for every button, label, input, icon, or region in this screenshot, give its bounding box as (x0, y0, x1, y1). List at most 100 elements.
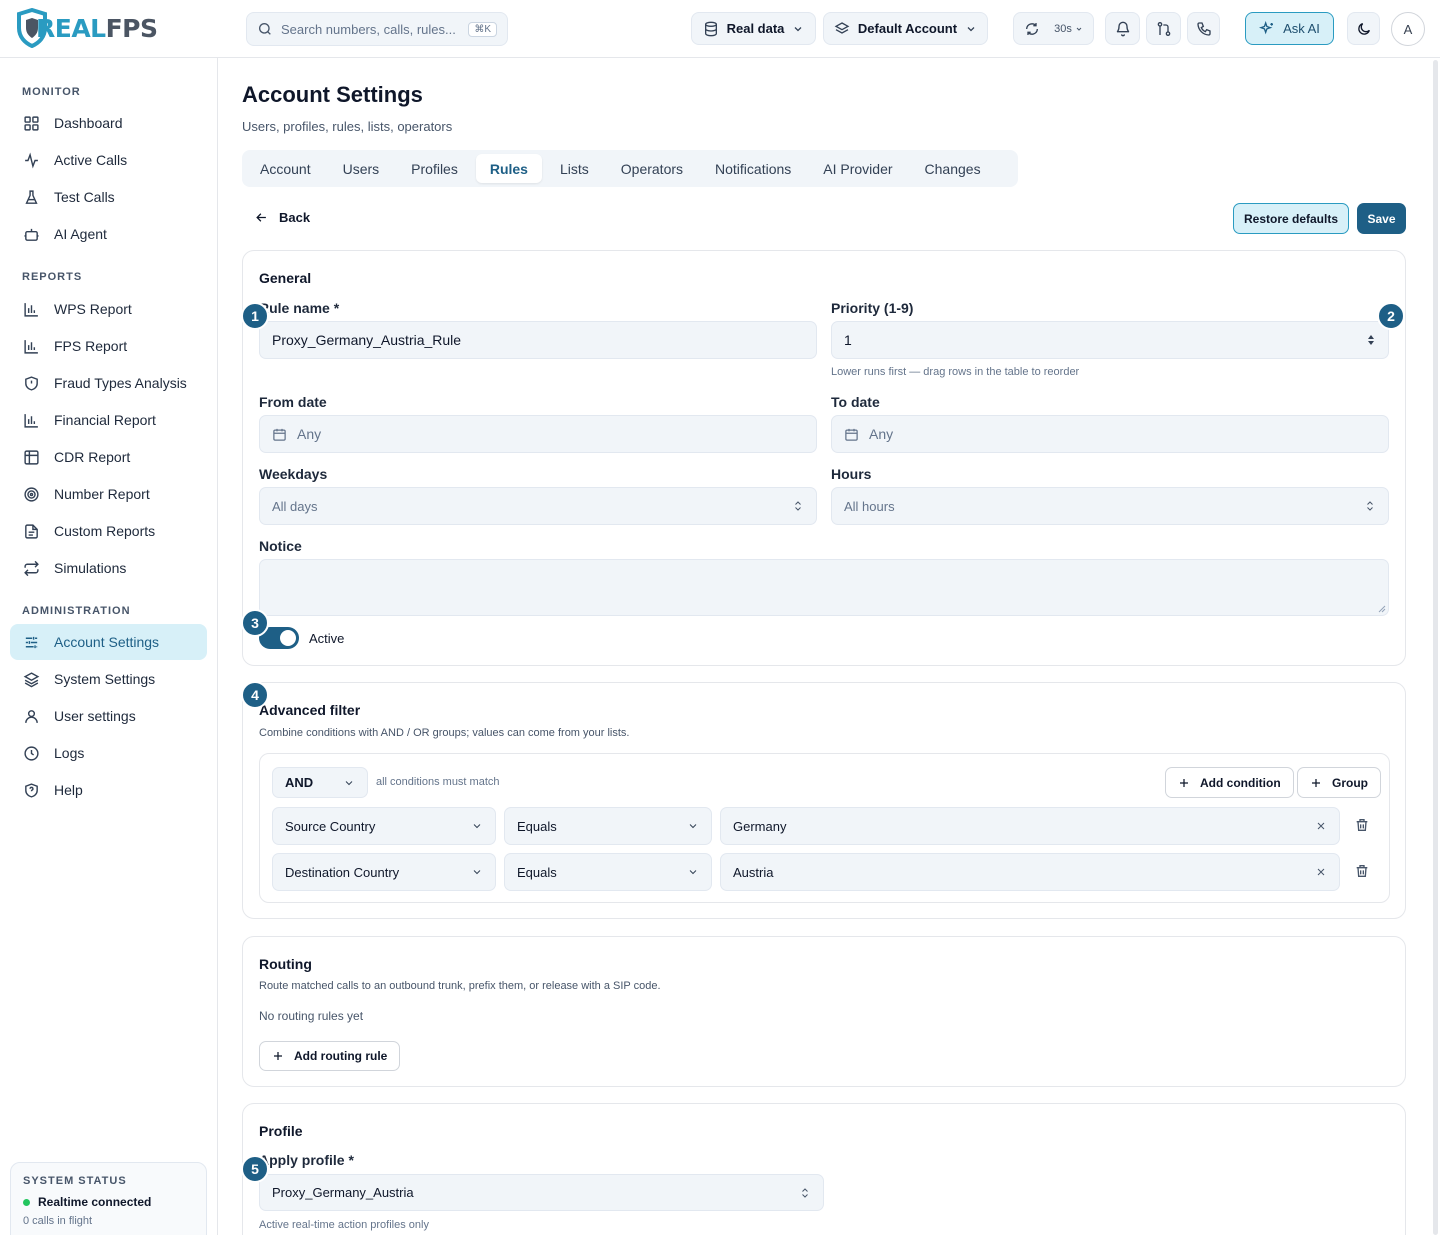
connection-status: Realtime connected (23, 1195, 194, 1209)
condition-value-input[interactable]: Germany (720, 807, 1340, 845)
resize-handle-icon[interactable] (1378, 605, 1386, 613)
ask-ai-button[interactable]: Ask AI (1245, 12, 1334, 45)
trash-icon[interactable] (1354, 863, 1370, 879)
sidebar-item-label: User settings (54, 708, 136, 724)
tab-account[interactable]: Account (246, 154, 325, 183)
phone-button[interactable] (1187, 12, 1220, 45)
tab-notifications[interactable]: Notifications (701, 154, 805, 183)
back-button[interactable]: Back (254, 210, 310, 225)
tab-profiles[interactable]: Profiles (397, 154, 472, 183)
sidebar-item-help[interactable]: Help (10, 772, 207, 808)
user-avatar[interactable]: A (1391, 12, 1425, 46)
notice-textarea[interactable] (259, 559, 1389, 616)
notice-label: Notice (259, 538, 302, 554)
rule-name-input[interactable]: Proxy_Germany_Austria_Rule (259, 321, 817, 359)
sidebar-item-active-calls[interactable]: Active Calls (10, 142, 207, 178)
sliders-icon (23, 634, 40, 651)
account-select[interactable]: Default Account (823, 12, 988, 45)
to-date-input[interactable]: Any (831, 415, 1389, 453)
sidebar-item-logs[interactable]: Logs (10, 735, 207, 771)
add-group-button[interactable]: Group (1297, 767, 1381, 798)
tab-ai-provider[interactable]: AI Provider (809, 154, 906, 183)
plus-icon (1178, 777, 1190, 789)
sidebar-item-system-settings[interactable]: System Settings (10, 661, 207, 697)
page-scrollbar[interactable] (1433, 60, 1438, 1235)
apply-profile-value: Proxy_Germany_Austria (272, 1185, 414, 1200)
condition-operator-value: Equals (517, 818, 557, 834)
clear-icon[interactable] (1315, 820, 1327, 832)
routing-card: Routing Route matched calls to an outbou… (242, 936, 1406, 1087)
sidebar-item-fps-report[interactable]: FPS Report (10, 328, 207, 364)
logo[interactable]: REALFPS (16, 8, 158, 48)
sparkles-icon (1259, 20, 1275, 37)
chevron-down-icon (687, 820, 699, 832)
tab-users[interactable]: Users (329, 154, 394, 183)
sidebar-item-financial-report[interactable]: Financial Report (10, 402, 207, 438)
sidebar-item-dashboard[interactable]: Dashboard (10, 105, 207, 141)
trash-icon[interactable] (1354, 817, 1370, 833)
database-icon (703, 21, 719, 37)
chevrons-up-down-icon (1364, 500, 1376, 512)
clear-icon[interactable] (1315, 866, 1327, 878)
restore-defaults-button[interactable]: Restore defaults (1233, 203, 1349, 234)
hours-select[interactable]: All hours (831, 487, 1389, 525)
user-icon (23, 708, 40, 725)
save-button[interactable]: Save (1357, 203, 1406, 234)
weekdays-value: All days (272, 498, 318, 514)
step-badge: 4 (241, 681, 269, 709)
refresh-control[interactable]: 30s (1013, 12, 1094, 45)
sidebar-item-test-calls[interactable]: Test Calls (10, 179, 207, 215)
sidebar-item-fraud-types-analysis[interactable]: Fraud Types Analysis (10, 365, 207, 401)
add-routing-rule-button[interactable]: Add routing rule (259, 1041, 401, 1071)
compare-button[interactable] (1146, 12, 1181, 45)
condition-field-select[interactable]: Source Country (272, 807, 496, 845)
add-routing-rule-label: Add routing rule (294, 1049, 388, 1063)
weekdays-select[interactable]: All days (259, 487, 817, 525)
tab-rules[interactable]: Rules (475, 154, 542, 183)
chevron-down-icon (792, 23, 804, 35)
sidebar-item-custom-reports[interactable]: Custom Reports (10, 513, 207, 549)
routing-title: Routing (259, 956, 312, 972)
sidebar-item-user-settings[interactable]: User settings (10, 698, 207, 734)
sidebar-item-label: WPS Report (54, 301, 132, 317)
to-date-value: Any (869, 426, 894, 442)
priority-input[interactable]: 1 (831, 321, 1389, 359)
sidebar-item-account-settings[interactable]: Account Settings (10, 624, 207, 660)
condition-value-input[interactable]: Austria (720, 853, 1340, 891)
group-operator-select[interactable]: AND (272, 767, 368, 798)
theme-toggle[interactable] (1347, 12, 1380, 45)
status-dot-icon (23, 1198, 30, 1206)
tab-changes[interactable]: Changes (911, 154, 995, 183)
apply-profile-select[interactable]: Proxy_Germany_Austria (259, 1174, 824, 1211)
tab-lists[interactable]: Lists (546, 154, 603, 183)
system-status-panel: SYSTEM STATUS Realtime connected 0 calls… (10, 1162, 207, 1235)
condition-field-select[interactable]: Destination Country (272, 853, 496, 891)
sidebar-item-label: Account Settings (54, 634, 160, 650)
refresh-icon[interactable] (1024, 21, 1040, 37)
sidebar-item-simulations[interactable]: Simulations (10, 550, 207, 586)
sidebar-item-label: Custom Reports (54, 523, 156, 539)
data-source-select[interactable]: Real data (691, 12, 816, 45)
sidebar-item-wps-report[interactable]: WPS Report (10, 291, 207, 327)
condition-field-value: Destination Country (285, 864, 400, 880)
global-search[interactable]: Search numbers, calls, rules... ⌘K (246, 12, 508, 46)
general-card: General Rule name * Proxy_Germany_Austri… (242, 250, 1406, 666)
condition-operator-value: Equals (517, 864, 557, 880)
sidebar-item-label: Test Calls (54, 189, 115, 205)
condition-operator-select[interactable]: Equals (504, 807, 712, 845)
phone-icon (1196, 21, 1212, 37)
sidebar-item-ai-agent[interactable]: AI Agent (10, 216, 207, 252)
notifications-button[interactable] (1105, 12, 1140, 45)
logo-text: REALFPS (36, 16, 158, 41)
condition-operator-select[interactable]: Equals (504, 853, 712, 891)
add-condition-button[interactable]: Add condition (1165, 767, 1294, 798)
refresh-interval-select[interactable]: 30s (1054, 23, 1083, 35)
toggle-knob (280, 630, 296, 646)
sidebar-item-number-report[interactable]: Number Report (10, 476, 207, 512)
sidebar-item-cdr-report[interactable]: CDR Report (10, 439, 207, 475)
activity-icon (23, 151, 40, 169)
weekdays-label: Weekdays (259, 466, 328, 482)
spinner-icon[interactable] (1366, 333, 1376, 347)
from-date-input[interactable]: Any (259, 415, 817, 453)
tab-operators[interactable]: Operators (607, 154, 697, 183)
